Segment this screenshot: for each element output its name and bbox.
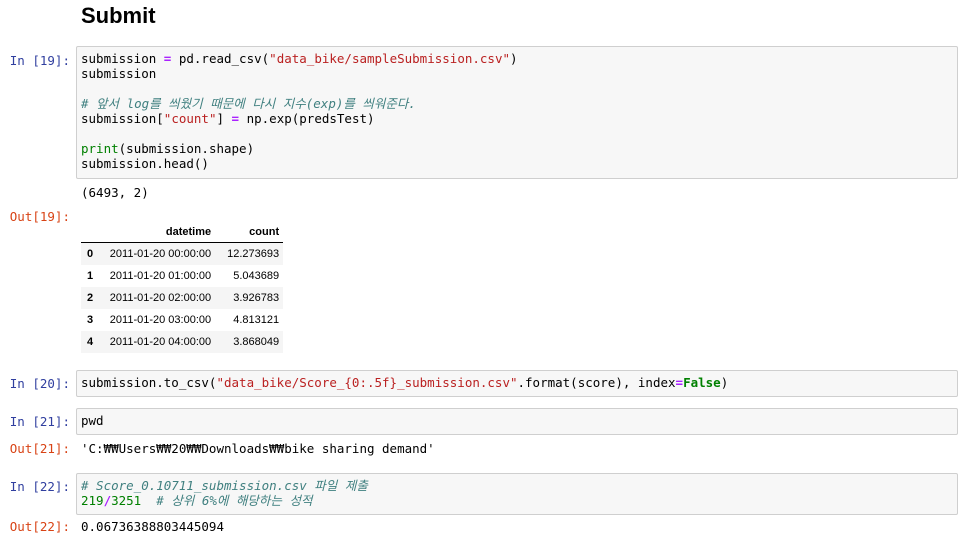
code-cell-20[interactable]: submission.to_csv("data_bike/Score_{0:.5… <box>76 370 958 397</box>
count-cell: 4.813121 <box>233 314 280 326</box>
code-line: print(submission.shape) <box>81 141 255 156</box>
output-21: 'C:₩₩Users₩₩20₩₩Downloads₩₩bike sharing … <box>81 441 435 456</box>
row-index: 4 <box>87 336 94 348</box>
datetime-cell: 2011-01-20 01:00:00 <box>109 270 212 282</box>
column-header-datetime: datetime <box>99 221 216 243</box>
section-heading: Submit <box>81 3 156 28</box>
out-prompt-19: Out[19]: <box>9 209 70 224</box>
output-22: 0.06736388803445094 <box>81 519 224 534</box>
stdout-19: (6493, 2) <box>81 185 149 200</box>
row-index: 1 <box>87 270 94 282</box>
index-header <box>81 221 100 243</box>
in-prompt-19: In [19]: <box>9 53 70 68</box>
table-row: 1 2011-01-20 01:00:00 5.043689 <box>81 265 283 287</box>
code-comment: # Score_0.10711_submission.csv 파일 제출 <box>81 478 368 493</box>
column-header-count: count <box>215 221 284 243</box>
code-line: submission = pd.read_csv("data_bike/samp… <box>81 51 518 66</box>
count-cell: 5.043689 <box>233 270 280 282</box>
in-prompt-22: In [22]: <box>9 479 70 494</box>
table-row: 0 2011-01-20 00:00:00 12.273693 <box>81 242 284 265</box>
out-prompt-22: Out[22]: <box>9 519 70 534</box>
out-prompt-21: Out[21]: <box>9 441 70 456</box>
dataframe-table: datetime count 0 2011-01-20 00:00:00 12.… <box>81 221 284 353</box>
table-row: 4 2011-01-20 04:00:00 3.868049 <box>81 331 284 353</box>
count-cell: 3.926783 <box>233 292 280 304</box>
row-index: 3 <box>87 314 94 326</box>
count-cell: 12.273693 <box>227 248 280 260</box>
row-index: 0 <box>87 248 94 260</box>
datetime-cell: 2011-01-20 02:00:00 <box>109 292 212 304</box>
count-cell: 3.868049 <box>233 336 280 348</box>
code-line: 219/3251 # 상위 6%에 해당하는 성적 <box>81 493 313 508</box>
code-line: submission.head() <box>81 156 209 171</box>
datetime-cell: 2011-01-20 03:00:00 <box>109 314 212 326</box>
code-cell-19[interactable]: submission = pd.read_csv("data_bike/samp… <box>76 46 958 179</box>
code-line: submission.to_csv("data_bike/Score_{0:.5… <box>81 375 729 390</box>
table-row: 3 2011-01-20 03:00:00 4.813121 <box>81 309 283 331</box>
code-line: submission <box>81 66 157 81</box>
row-index: 2 <box>87 292 94 304</box>
datetime-cell: 2011-01-20 00:00:00 <box>109 248 212 260</box>
code-cell-21[interactable]: pwd <box>76 408 958 435</box>
in-prompt-21: In [21]: <box>9 414 70 429</box>
code-line: pwd <box>81 413 104 428</box>
in-prompt-20: In [20]: <box>9 376 70 391</box>
datetime-cell: 2011-01-20 04:00:00 <box>109 336 212 348</box>
table-header-row: datetime count <box>81 221 284 243</box>
code-comment: # 앞서 log를 씌웠기 때문에 다시 지수(exp)를 씌워준다. <box>81 96 416 111</box>
code-cell-22[interactable]: # Score_0.10711_submission.csv 파일 제출 219… <box>76 473 958 515</box>
table-row: 2 2011-01-20 02:00:00 3.926783 <box>81 287 284 309</box>
code-line: submission["count"] = np.exp(predsTest) <box>81 111 375 126</box>
